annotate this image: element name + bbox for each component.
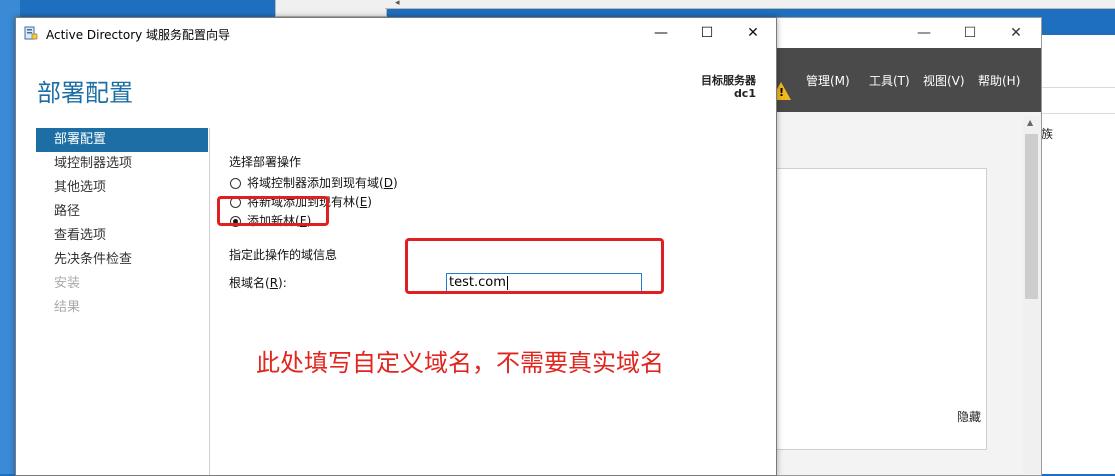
nav-item-dc-options[interactable]: 域控制器选项: [36, 152, 208, 176]
wizard-title: Active Directory 域服务配置向导: [46, 28, 231, 42]
annotation-highlight-new-forest: [217, 196, 329, 226]
maximize-button[interactable]: ☐: [947, 22, 993, 44]
server-manager-titlebar: — ☐ ✕: [771, 18, 1041, 48]
background-window-top: ◂: [385, 0, 1115, 9]
menu-tools[interactable]: 工具(T): [869, 72, 910, 89]
minimize-button[interactable]: —: [638, 18, 684, 49]
server-manager-menubar: ! 管理(M) 工具(T) 视图(V) 帮助(H): [771, 48, 1041, 112]
menu-help[interactable]: 帮助(H): [978, 72, 1020, 89]
nav-item-installation: 安装: [54, 276, 81, 291]
annotation-text: 此处填写自定义域名，不需要真实域名: [256, 349, 664, 377]
target-server-label: 目标服务器: [701, 74, 756, 87]
divider: [1041, 87, 1115, 88]
nav-item-additional-options[interactable]: 其他选项: [36, 176, 208, 200]
target-server-value: dc1: [733, 87, 756, 100]
maximize-button[interactable]: ☐: [684, 18, 730, 49]
divider: [1041, 113, 1115, 114]
page-title: 部署配置: [37, 79, 133, 107]
close-button[interactable]: ✕: [730, 18, 776, 49]
close-button[interactable]: ✕: [993, 22, 1039, 44]
nav-item-results: 结果: [54, 300, 81, 315]
scrollbar-thumb[interactable]: [1025, 134, 1038, 299]
hide-link[interactable]: 隐藏: [957, 408, 981, 425]
nav-item-prerequisites-check[interactable]: 先决条件检查: [36, 248, 208, 272]
wizard-header: 部署配置 目标服务器 dc1: [16, 49, 776, 128]
wizard-nav: 部署配置 域控制器选项 其他选项 路径 查看选项 先决条件检查 安装 结果: [16, 128, 209, 475]
warning-mark: !: [779, 86, 785, 99]
right-background-window: 族: [1040, 35, 1115, 474]
annotation-highlight-domain-input: [405, 238, 664, 294]
radio-label: 将域控制器添加到现有域(: [247, 176, 384, 190]
server-icon: [24, 26, 38, 40]
radio-add-dc-to-existing-domain[interactable]: 将域控制器添加到现有域(D): [230, 174, 398, 192]
section-domain-label: 指定此操作的域信息: [229, 248, 338, 262]
scroll-up-icon[interactable]: ▲: [1027, 118, 1033, 127]
field-label-end: ):: [278, 276, 287, 290]
nav-item-deployment-config[interactable]: 部署配置: [36, 128, 208, 152]
radio-label-end: ): [392, 176, 398, 190]
section-deploy-label: 选择部署操作: [229, 155, 302, 169]
menu-manage[interactable]: 管理(M): [806, 72, 850, 89]
server-manager-window: — ☐ ✕ ! 管理(M) 工具(T) 视图(V) 帮助(H) 隐藏 ▲: [770, 17, 1042, 476]
window-text-fragment: 族: [1041, 127, 1054, 141]
minimize-button[interactable]: —: [901, 22, 947, 44]
nav-item-review-options[interactable]: 查看选项: [36, 224, 208, 248]
wizard-content: 选择部署操作 将域控制器添加到现有域(D) 将新域添加到现有林(E) 添加新林(…: [210, 128, 776, 475]
field-label: 根域名(: [229, 276, 270, 290]
access-key: D: [383, 176, 393, 190]
back-arrow-icon: ◂: [395, 0, 400, 8]
menu-view[interactable]: 视图(V): [923, 72, 965, 89]
radio-indicator[interactable]: [230, 178, 241, 189]
nav-item-paths[interactable]: 路径: [36, 200, 208, 224]
access-key: R: [269, 276, 279, 290]
scrollbar[interactable]: ▲: [1023, 116, 1040, 474]
radio-label-end: ): [367, 195, 372, 209]
root-domain-label: 根域名(R):: [229, 274, 287, 292]
server-manager-panel: [775, 168, 987, 450]
background-window-strip: [275, 0, 387, 17]
wizard-titlebar: Active Directory 域服务配置向导 — ☐ ✕: [16, 18, 776, 49]
